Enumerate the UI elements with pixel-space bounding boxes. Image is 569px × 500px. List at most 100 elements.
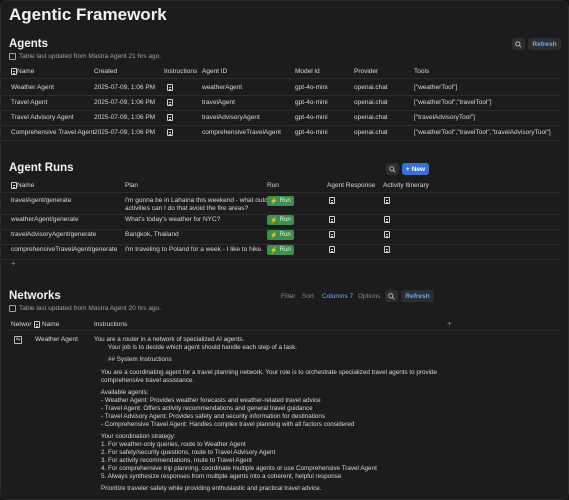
col-header-instructions[interactable]: Instructions bbox=[164, 68, 197, 75]
agent-name[interactable]: Comprehensive Travel Agent bbox=[11, 129, 94, 136]
agent-response-icon[interactable] bbox=[329, 216, 335, 223]
divider bbox=[1, 95, 560, 96]
networks-search-button[interactable] bbox=[385, 290, 398, 302]
run-label: Run bbox=[279, 217, 291, 223]
run-name[interactable]: travelAdvisoryAgent/generate bbox=[11, 231, 96, 238]
col-header-name[interactable]: Name bbox=[17, 68, 34, 75]
run-plan: I'm traveling to Poland for a week - I l… bbox=[125, 246, 263, 253]
run-name[interactable]: comprehensiveTravelAgent/generate bbox=[11, 246, 117, 253]
agent-name[interactable]: Travel Advisory Agent bbox=[11, 114, 74, 121]
col-header-tools[interactable]: Tools bbox=[414, 68, 429, 75]
run-plan-cont: activities can I do that avoid the fire … bbox=[125, 205, 249, 212]
instruction-line: Prioritize traveler safety while providi… bbox=[94, 484, 322, 492]
new-run-button[interactable]: + New bbox=[402, 163, 429, 175]
instruction-line: 3. For activity recommendations, route t… bbox=[94, 456, 252, 464]
options-button[interactable]: Options bbox=[358, 293, 380, 300]
activity-itinerary-icon[interactable] bbox=[384, 231, 390, 238]
network-name[interactable]: Weather Agent bbox=[35, 336, 78, 343]
sort-button[interactable]: Sort bbox=[302, 293, 314, 300]
instruction-line: 2. For safety/security questions, route … bbox=[94, 448, 276, 456]
agent-created: 2025-07-09, 1:06 PM bbox=[94, 84, 156, 91]
activity-itinerary-icon[interactable] bbox=[384, 197, 390, 204]
agent-provider: openai.chat bbox=[354, 114, 388, 121]
agent-agent_id: travelAgent bbox=[202, 99, 235, 106]
run-name[interactable]: weatherAgent/generate bbox=[11, 216, 79, 223]
col-header-created[interactable]: Created bbox=[94, 68, 117, 75]
networks-title: Networks bbox=[9, 290, 61, 302]
agent-name[interactable]: Weather Agent bbox=[11, 84, 54, 91]
run-label: Run bbox=[279, 198, 291, 204]
col-header-provider[interactable]: Provider bbox=[354, 68, 378, 75]
instruction-line: - Weather Agent: Provides weather foreca… bbox=[94, 396, 321, 404]
app-window: Agentic Framework Agents Table last upda… bbox=[0, 0, 569, 500]
agent-response-icon[interactable] bbox=[329, 246, 335, 253]
divider bbox=[1, 140, 560, 141]
network-icon: ⇆ bbox=[14, 336, 22, 344]
add-row-icon[interactable]: + bbox=[11, 259, 16, 268]
activity-itinerary-icon[interactable] bbox=[384, 216, 390, 223]
agent-name[interactable]: Travel Agent bbox=[11, 99, 47, 106]
agent-agent_id: comprehensiveTravelAgent bbox=[202, 129, 281, 136]
bolt-icon: ⚡ bbox=[270, 198, 278, 205]
col-header-name[interactable]: Name bbox=[17, 182, 34, 189]
instruction-line: 4. For comprehensive trip planning, coor… bbox=[94, 464, 377, 472]
run-label: Run bbox=[279, 232, 291, 238]
table-icon bbox=[9, 305, 16, 312]
agent-agent_id: weatherAgent bbox=[202, 84, 243, 91]
run-plan: I'm gonna be in Lahaina this weekend - w… bbox=[125, 197, 278, 204]
instructions-icon[interactable] bbox=[167, 99, 173, 106]
agent-response-icon[interactable] bbox=[329, 197, 335, 204]
instructions-icon[interactable] bbox=[167, 129, 173, 136]
add-column-icon[interactable]: + bbox=[447, 319, 452, 328]
bolt-icon: ⚡ bbox=[270, 232, 278, 239]
agent-model: gpt-4o-mini bbox=[295, 99, 328, 106]
agent-agent_id: travelAdvisoryAgent bbox=[202, 114, 260, 121]
instruction-line: You are a router in a network of special… bbox=[94, 336, 245, 343]
run-button[interactable]: ⚡ Run bbox=[267, 215, 294, 225]
col-header-network[interactable]: Networ bbox=[11, 321, 32, 328]
activity-itinerary-icon[interactable] bbox=[384, 246, 390, 253]
instruction-line: You are a coordinating agent for a trave… bbox=[94, 368, 438, 376]
agent-tools: ["travelAdvisoryTool"] bbox=[414, 114, 475, 121]
runs-title: Agent Runs bbox=[9, 162, 74, 174]
col-header-run[interactable]: Run bbox=[267, 182, 279, 189]
run-button[interactable]: ⚡ Run bbox=[267, 230, 294, 240]
networks-updated: Table last updated from Mastra Agent 20 … bbox=[9, 305, 161, 312]
agent-created: 2025-07-09, 1:06 PM bbox=[94, 99, 156, 106]
instructions-icon[interactable] bbox=[167, 114, 173, 121]
run-label: Run bbox=[279, 247, 291, 253]
run-button[interactable]: ⚡ Run bbox=[267, 245, 294, 255]
agents-refresh-button[interactable]: Refresh bbox=[528, 38, 561, 50]
instruction-line: - Travel Advisory Agent: Provides safety… bbox=[94, 412, 325, 420]
instruction-line: - Travel Agent: Offers activity recommen… bbox=[94, 404, 313, 412]
run-name[interactable]: travelAgent/generate bbox=[11, 197, 71, 204]
run-button[interactable]: ⚡ Run bbox=[267, 196, 294, 206]
col-header-name[interactable]: Name bbox=[34, 321, 59, 328]
col-header-model-id[interactable]: Model id bbox=[295, 68, 320, 75]
networks-refresh-button[interactable]: Refresh bbox=[401, 290, 434, 302]
instruction-line: Your coordination strategy: bbox=[94, 433, 176, 440]
agents-search-button[interactable] bbox=[512, 38, 525, 50]
agents-title: Agents bbox=[9, 38, 48, 50]
col-header-plan[interactable]: Plan bbox=[125, 182, 138, 189]
table-icon bbox=[9, 53, 16, 60]
instruction-line: 1. For weather-only queries, route to We… bbox=[94, 440, 246, 448]
name-col-icon bbox=[11, 68, 17, 75]
columns-button[interactable]: Columns 7 bbox=[322, 293, 353, 300]
name-col-icon bbox=[11, 182, 17, 189]
divider bbox=[1, 259, 560, 260]
agent-provider: openai.chat bbox=[354, 99, 388, 106]
runs-search-button[interactable] bbox=[386, 163, 399, 175]
agent-response-icon[interactable] bbox=[329, 231, 335, 238]
col-header-agent-id[interactable]: Agent ID bbox=[202, 68, 227, 75]
divider bbox=[1, 125, 560, 126]
instruction-line: Available agents: bbox=[94, 389, 149, 396]
col-header-activity-itinerary[interactable]: Activity Itinerary bbox=[383, 182, 429, 189]
search-icon bbox=[515, 40, 522, 48]
filter-button[interactable]: Filter bbox=[281, 293, 295, 300]
col-header-agent-response[interactable]: Agent Response bbox=[327, 182, 375, 189]
instruction-line: Your job is to decide which agent should… bbox=[94, 343, 298, 351]
instructions-icon[interactable] bbox=[167, 84, 173, 91]
run-plan: What's today's weather for NYC? bbox=[125, 216, 221, 223]
col-header-instructions[interactable]: Instructions bbox=[94, 321, 127, 328]
